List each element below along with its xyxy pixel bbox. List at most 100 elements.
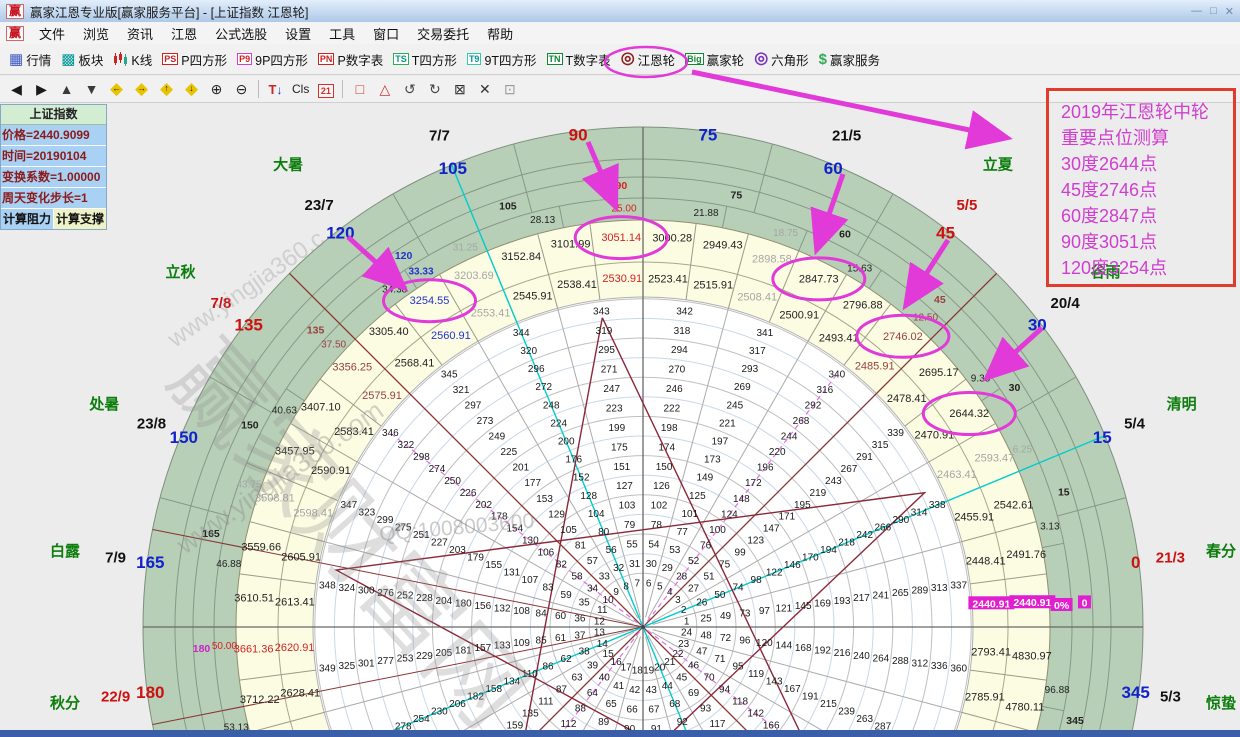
menu-item-9[interactable]: 帮助	[478, 22, 522, 45]
nav-button-rotate-ccw[interactable]: ↺	[397, 81, 422, 98]
svg-text:339: 339	[887, 428, 904, 439]
menu-item-8[interactable]: 交易委托	[408, 22, 478, 45]
svg-text:79: 79	[624, 520, 636, 531]
toolbar-button-9t-square[interactable]: T99T四方形	[462, 44, 542, 74]
svg-text:195: 195	[794, 500, 811, 511]
svg-text:266: 266	[874, 523, 891, 534]
nav-button-delete-box[interactable]: ⊠	[447, 81, 472, 98]
nav-button-t-step[interactable]: T↓	[263, 81, 288, 97]
nav-button-cross-tool[interactable]: ✕	[472, 81, 497, 98]
svg-text:268: 268	[793, 416, 810, 427]
nav-button-up[interactable]: ▲	[54, 81, 79, 97]
gann-wheel-icon: ◎	[621, 51, 635, 67]
close-icon[interactable]: ✕	[1225, 5, 1234, 18]
svg-text:177: 177	[524, 478, 541, 489]
svg-text:60: 60	[824, 159, 843, 178]
minimize-icon[interactable]: —	[1191, 5, 1202, 18]
svg-text:2448.41: 2448.41	[966, 556, 1006, 568]
svg-text:37.50: 37.50	[321, 340, 346, 351]
svg-text:135: 135	[522, 708, 539, 719]
panel-row-0: 价格=2440.9099	[1, 125, 106, 146]
window-controls[interactable]: — □ ✕	[1191, 5, 1234, 18]
svg-text:2523.41: 2523.41	[648, 273, 688, 285]
menu-item-3[interactable]: 江恩	[162, 22, 206, 45]
svg-text:126: 126	[653, 481, 670, 492]
toolbar-button-winner-wheel[interactable]: Big赢家轮	[680, 44, 749, 74]
svg-text:3: 3	[675, 595, 681, 606]
svg-text:66: 66	[627, 705, 639, 716]
menu-items: 文件浏览资讯江恩公式选股设置工具窗口交易委托帮助	[30, 22, 522, 45]
svg-text:56: 56	[606, 545, 618, 556]
calendar-icon: 21	[318, 84, 334, 98]
nav-button-cls[interactable]: Cls	[288, 82, 313, 96]
menu-item-6[interactable]: 工具	[320, 22, 364, 45]
maximize-icon[interactable]: □	[1210, 5, 1217, 18]
svg-text:15: 15	[1093, 428, 1112, 447]
svg-text:165: 165	[136, 553, 164, 572]
nav-button-triangle-tool[interactable]: △	[372, 81, 397, 98]
svg-text:2746.02: 2746.02	[883, 331, 923, 343]
svg-text:85: 85	[536, 635, 548, 646]
toolbar-button-winner-service[interactable]: $赢家服务	[814, 44, 885, 74]
toolbar-button-hexagon[interactable]: ◎六角形	[749, 44, 813, 74]
svg-text:119: 119	[748, 669, 764, 680]
svg-text:3559.66: 3559.66	[241, 542, 281, 554]
toolbar-button-gann-wheel[interactable]: ◎江恩轮	[616, 44, 680, 74]
nav-button-next[interactable]: ▶	[29, 81, 54, 98]
toolbar-button-sectors[interactable]: ▩板块	[56, 44, 108, 74]
svg-text:219: 219	[810, 488, 827, 499]
toolbar-button-p-number-table[interactable]: PNP数字表	[313, 44, 388, 74]
menu-item-1[interactable]: 浏览	[74, 22, 118, 45]
toolbar-button-t-square[interactable]: TST四方形	[388, 44, 462, 74]
nav-button-pan-up[interactable]: ◆↑	[154, 79, 179, 99]
svg-text:272: 272	[535, 382, 552, 393]
svg-text:341: 341	[756, 328, 773, 339]
nav-button-pan-left[interactable]: ◆←	[104, 79, 129, 99]
menu-item-4[interactable]: 公式选股	[206, 22, 276, 45]
menu-item-2[interactable]: 资讯	[118, 22, 162, 45]
toolbar-button-kline[interactable]: K线	[108, 44, 157, 74]
calc-resistance-button[interactable]: 计算阻力	[1, 209, 54, 229]
nav-button-pan-down[interactable]: ◆↓	[179, 79, 204, 99]
svg-text:25: 25	[701, 614, 713, 625]
svg-text:4780.11: 4780.11	[1005, 701, 1044, 713]
nav-button-prev[interactable]: ◀	[4, 81, 29, 98]
svg-text:58: 58	[571, 571, 583, 582]
svg-text:25.00: 25.00	[611, 203, 636, 214]
kline-label: K线	[131, 50, 152, 69]
svg-text:176: 176	[565, 455, 582, 466]
nav-button-zoom-in[interactable]: ⊕	[204, 81, 229, 98]
nav-button-zoom-out[interactable]: ⊖	[229, 81, 254, 98]
svg-text:31: 31	[629, 559, 641, 570]
toolbar-button-p-square[interactable]: PSP四方形	[157, 44, 232, 74]
nav-button-screen-tool[interactable]: ⊡	[497, 81, 522, 98]
svg-text:135: 135	[235, 315, 263, 334]
svg-text:100: 100	[709, 525, 726, 536]
svg-text:57: 57	[587, 556, 599, 567]
svg-text:240: 240	[853, 651, 870, 662]
svg-text:32: 32	[613, 563, 625, 574]
calc-support-button[interactable]: 计算支撑	[54, 209, 106, 229]
nav-button-calendar[interactable]: 21	[313, 81, 338, 97]
svg-text:265: 265	[892, 588, 909, 599]
toolbar-button-quotes[interactable]: ▦行情	[4, 44, 56, 74]
quotes-icon: ▦	[9, 52, 23, 67]
nav-button-pan-right[interactable]: ◆→	[129, 79, 154, 99]
svg-text:63: 63	[571, 673, 583, 684]
menu-item-0[interactable]: 文件	[30, 22, 74, 45]
svg-text:15: 15	[1058, 486, 1070, 498]
nav-button-rotate-cw[interactable]: ↻	[422, 81, 447, 98]
svg-text:2440.91: 2440.91	[972, 598, 1010, 610]
svg-text:254: 254	[413, 714, 430, 725]
nav-button-down[interactable]: ▼	[79, 81, 104, 97]
svg-text:2620.91: 2620.91	[275, 642, 315, 654]
svg-text:325: 325	[338, 661, 355, 672]
menu-item-5[interactable]: 设置	[276, 22, 320, 45]
menu-item-7[interactable]: 窗口	[364, 22, 408, 45]
svg-text:50.00: 50.00	[212, 641, 237, 652]
svg-text:74: 74	[732, 583, 744, 594]
toolbar-button-9p-square[interactable]: P99P四方形	[232, 44, 313, 74]
toolbar-button-t-number-table[interactable]: TNT数字表	[542, 44, 616, 74]
nav-button-square-tool[interactable]: □	[347, 81, 372, 97]
svg-text:2455.91: 2455.91	[954, 511, 994, 523]
